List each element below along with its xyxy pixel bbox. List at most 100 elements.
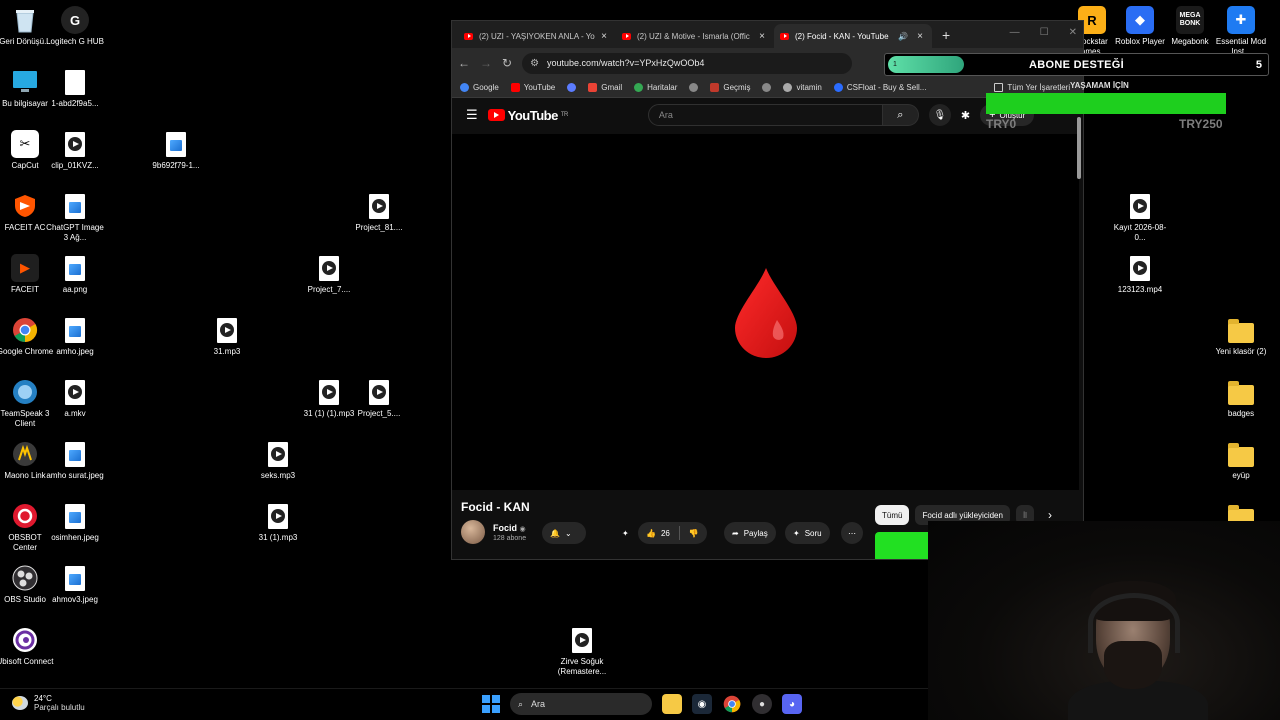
video-file-icon	[213, 316, 241, 344]
megabonk-icon: MEGA BONK	[1176, 6, 1204, 34]
video-file-shortcut[interactable]: a.mkv	[46, 378, 104, 419]
image-file-shortcut[interactable]: ahmov3.jpeg	[46, 564, 104, 605]
all-bookmarks[interactable]: Tüm Yer İşaretleri	[994, 83, 1070, 92]
video-file-shortcut[interactable]: 31 (1).mp3	[249, 502, 307, 543]
site-info-icon[interactable]: ⚙	[530, 58, 539, 69]
image-file-shortcut[interactable]: 9b692f79-1...	[147, 130, 205, 171]
more-icon[interactable]: ⋯	[841, 522, 863, 544]
microphone-icon[interactable]: 🎙	[928, 104, 951, 126]
reload-icon[interactable]: ↻	[502, 56, 512, 70]
video-file-shortcut[interactable]: Project_5....	[350, 378, 408, 419]
bookmark-steam[interactable]	[567, 83, 577, 92]
recycle-bin-icon	[11, 6, 39, 34]
steam-icon[interactable]: ◉	[692, 694, 712, 714]
browser-tab[interactable]: (2) UZI - YAŞIYOKEN ANLA - Yo ×	[458, 24, 616, 48]
video-player[interactable]	[452, 134, 1079, 490]
file-shortcut[interactable]: 1-abd2f9a5...	[46, 68, 104, 109]
discord-icon[interactable]: ◕	[782, 694, 802, 714]
obs-icon[interactable]: ●	[752, 694, 772, 714]
bookmark-globe[interactable]	[689, 83, 699, 92]
bookmark-globe[interactable]	[762, 83, 772, 92]
video-file-shortcut[interactable]: Project_7....	[300, 254, 358, 295]
menu-icon[interactable]: ☰	[466, 107, 478, 123]
essential-shortcut[interactable]: ✚ Essential Mod Inst...	[1212, 6, 1270, 57]
speaker-icon[interactable]: 🔊	[898, 32, 908, 41]
gear-icon[interactable]: ✱	[961, 109, 970, 122]
folder-shortcut[interactable]: badges	[1212, 378, 1270, 419]
channel-avatar[interactable]	[461, 520, 485, 544]
image-file-shortcut[interactable]: osimhen.jpeg	[46, 502, 104, 543]
url-field[interactable]: ⚙ youtube.com/watch?v=YPxHzQwOOb4	[522, 52, 853, 74]
maono-icon	[11, 440, 39, 468]
back-icon[interactable]: ←	[458, 56, 470, 70]
search-icon[interactable]: ⌕	[882, 104, 919, 126]
overlay-caption: YAŞAMAM İÇİN	[1070, 81, 1129, 90]
video-file-shortcut[interactable]: Kayıt 2026-08-0...	[1111, 192, 1169, 243]
browser-tab-active[interactable]: (2) Focid - KAN - YouTube 🔊 ×	[774, 24, 932, 48]
image-file-shortcut[interactable]: amho surat.jpeg	[46, 440, 104, 481]
minimize-icon[interactable]: —	[1010, 27, 1020, 38]
essential-icon: ✚	[1227, 6, 1255, 34]
bookmark-history[interactable]: Geçmiş	[710, 83, 750, 92]
divider	[678, 526, 680, 540]
video-file-shortcut[interactable]: 31.mp3	[198, 316, 256, 357]
bookmark-vitamin[interactable]: vitamin	[783, 83, 822, 92]
bookmark-gmail[interactable]: Gmail	[588, 83, 622, 92]
megabonk-shortcut[interactable]: MEGA BONK Megabonk	[1161, 6, 1219, 47]
channel-name[interactable]: Focid ◉	[493, 523, 526, 533]
chrome-icon[interactable]	[722, 694, 742, 714]
youtube-logo[interactable]: YouTube TR	[487, 108, 568, 123]
chevron-right-icon[interactable]: ›	[1048, 508, 1052, 522]
weather-widget[interactable]: 24°C Parçalı bulutlu	[12, 694, 85, 712]
tab-bar: (2) UZI - YAŞIYOKEN ANLA - Yo × (2) UZI …	[452, 21, 1083, 48]
thumbs-down-icon[interactable]: 👎	[689, 529, 699, 538]
bookmark-google[interactable]: Google	[460, 83, 499, 92]
thumbs-up-icon: 👍	[646, 528, 656, 538]
share-button[interactable]: ➦ Paylaş	[724, 522, 776, 544]
search-icon: ⌕	[518, 698, 524, 709]
new-tab-button[interactable]: +	[932, 27, 960, 48]
close-tab-icon[interactable]: ×	[598, 31, 610, 42]
notification-button[interactable]: 🔔 ⌄	[542, 522, 586, 544]
windows-start-icon[interactable]	[482, 695, 500, 713]
channel-info: Focid ◉ 128 abone	[461, 520, 526, 544]
folder-shortcut[interactable]: eyüp	[1212, 440, 1270, 481]
folder-shortcut[interactable]: Yeni klasör (2)	[1212, 316, 1270, 357]
close-tab-icon[interactable]: ×	[756, 31, 768, 42]
bookmark-csfloat[interactable]: CSFloat - Buy & Sell...	[833, 83, 926, 92]
ask-button[interactable]: ✦ Soru	[785, 522, 830, 544]
image-file-shortcut[interactable]: aa.png	[46, 254, 104, 295]
logitech-shortcut[interactable]: G Logitech G HUB	[46, 6, 104, 47]
like-button[interactable]: 👍 26 👎	[638, 522, 707, 544]
video-file-shortcut[interactable]: clip_01KVZ...	[46, 130, 104, 171]
chip-all[interactable]: Tümü	[875, 505, 910, 525]
obs-icon	[11, 564, 39, 592]
taskbar: 24°C Parçalı bulutlu ⌕ Ara ◉ ● ◕	[0, 688, 928, 720]
video-file-shortcut[interactable]: Project_81....	[350, 192, 408, 233]
youtube-search-input[interactable]: Ara	[647, 104, 883, 126]
video-file-shortcut[interactable]: seks.mp3	[249, 440, 307, 481]
donation-bar	[986, 93, 1226, 114]
close-tab-icon[interactable]: ×	[914, 31, 926, 42]
close-window-icon[interactable]: ✕	[1069, 27, 1077, 38]
video-file-shortcut[interactable]: 123123.mp4	[1111, 254, 1169, 295]
maximize-icon[interactable]: ☐	[1040, 27, 1049, 38]
verified-icon: ◉	[519, 525, 526, 533]
file-icon	[61, 68, 89, 96]
subscriber-goal-widget: 1 ABONE DESTEĞİ 5	[884, 53, 1269, 76]
scrollbar[interactable]	[1077, 117, 1081, 179]
recommended-video-thumbnail[interactable]	[875, 532, 935, 559]
taskbar-search[interactable]: ⌕ Ara	[510, 693, 652, 715]
blood-drop-icon	[734, 268, 797, 358]
image-file-shortcut[interactable]: amho.jpeg	[46, 316, 104, 357]
image-file-shortcut[interactable]: ChatGPT Image 3 Ağ...	[46, 192, 104, 243]
video-file-shortcut[interactable]: Zirve Soğuk (Remastere...	[553, 626, 611, 677]
sparkle-icon[interactable]: ✦	[622, 522, 629, 544]
browser-tab[interactable]: (2) UZI & Motive - Ismarla (Offic ×	[616, 24, 774, 48]
ubisoft-shortcut[interactable]: Ubisoft Connect	[0, 626, 54, 667]
bookmark-maps[interactable]: Haritalar	[634, 83, 677, 92]
forward-icon[interactable]: →	[480, 56, 492, 70]
file-explorer-icon[interactable]	[662, 694, 682, 714]
bookmark-youtube[interactable]: YouTube	[510, 83, 555, 92]
roblox-icon: ◆	[1126, 6, 1154, 34]
